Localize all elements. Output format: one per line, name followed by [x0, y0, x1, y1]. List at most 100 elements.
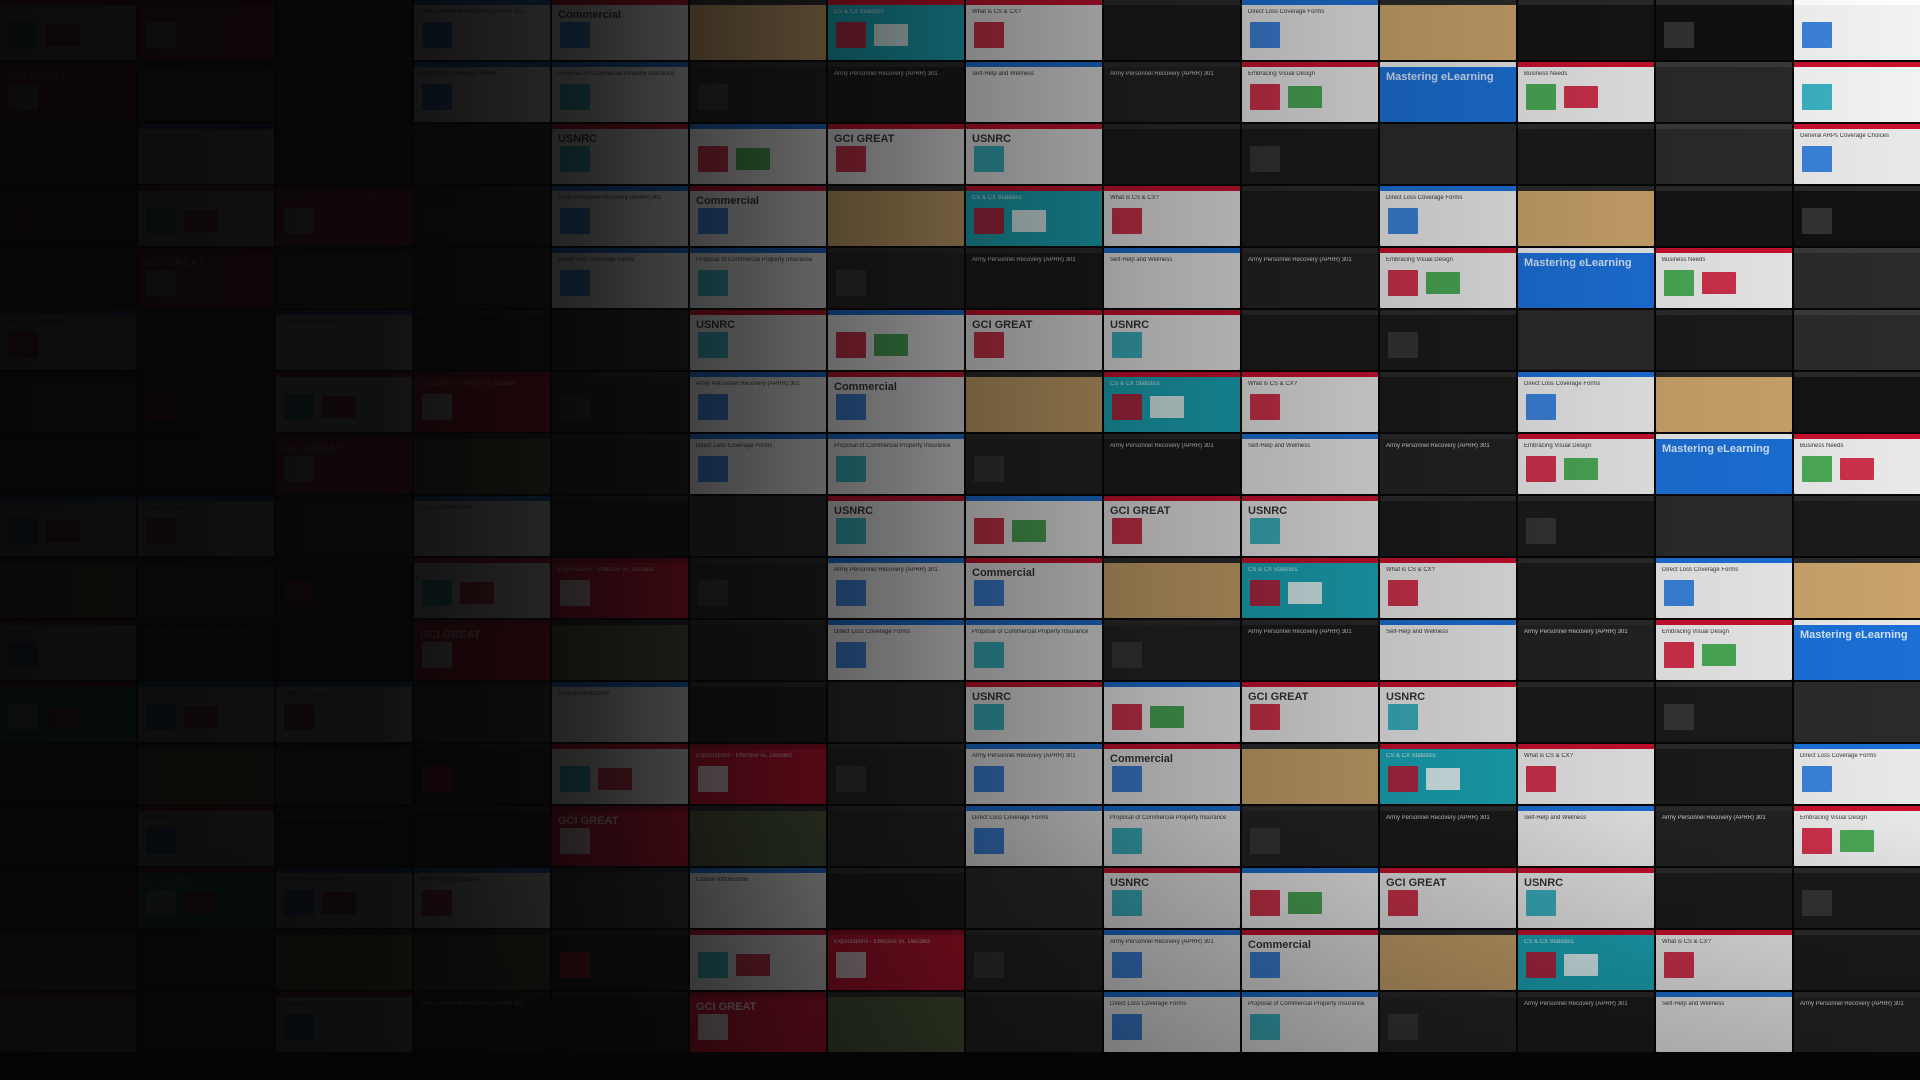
course-thumbnail-tile	[1380, 992, 1516, 1052]
course-thumbnail-tile	[828, 806, 964, 866]
thumbnail-header-bar	[0, 372, 136, 377]
thumbnail-title: Business Needs	[1800, 443, 1844, 449]
course-thumbnail-tile: GCI GREAT	[1242, 682, 1378, 742]
course-thumbnail-tile	[690, 62, 826, 122]
course-thumbnail-tile	[1242, 124, 1378, 184]
course-thumbnail-tile: CS & CX Statistics	[138, 868, 274, 928]
thumbnail-header-bar	[1242, 930, 1378, 935]
thumbnail-graphic	[560, 580, 590, 606]
thumbnail-header-bar	[552, 310, 688, 315]
course-thumbnail-tile: USNRC	[828, 496, 964, 556]
thumbnail-title: Course Introduction	[696, 877, 749, 883]
thumbnail-graphic	[1150, 396, 1184, 418]
thumbnail-header-bar	[690, 682, 826, 687]
course-thumbnail-tile	[690, 558, 826, 618]
thumbnail-graphic	[422, 580, 452, 606]
thumbnail-header-bar	[828, 372, 964, 377]
thumbnail-title: Direct Loss Coverage Forms	[420, 71, 497, 77]
thumbnail-graphic	[322, 892, 356, 914]
course-thumbnail-tile: Expectations - Effective vs. Decided	[138, 0, 274, 60]
thumbnail-title: Mastering eLearning	[1662, 443, 1770, 455]
thumbnail-graphic	[836, 270, 866, 296]
thumbnail-graphic	[874, 334, 908, 356]
thumbnail-graphic	[284, 704, 314, 730]
thumbnail-header-bar	[1518, 186, 1654, 191]
thumbnail-header-bar	[1794, 186, 1920, 191]
thumbnail-header-bar	[1518, 124, 1654, 129]
thumbnail-header-bar	[690, 868, 826, 873]
thumbnail-header-bar	[1518, 0, 1654, 5]
thumbnail-header-bar	[690, 124, 826, 129]
thumbnail-graphic	[1664, 642, 1694, 668]
course-thumbnail-tile: What is CS & CX?	[1656, 930, 1792, 990]
course-thumbnail-tile: Expectations - Effective vs. Decided	[828, 930, 964, 990]
course-thumbnail-tile: Embracing Visual Design	[1656, 620, 1792, 680]
thumbnail-graphic	[736, 954, 770, 976]
thumbnail-graphic	[974, 580, 1004, 606]
thumbnail-header-bar	[1104, 0, 1240, 5]
thumbnail-graphic	[560, 84, 590, 110]
thumbnail-header-bar	[1518, 806, 1654, 811]
thumbnail-title: What You've Learned	[144, 691, 201, 697]
thumbnail-title: CS & CX Statistics	[972, 195, 1022, 201]
thumbnail-header-bar	[690, 62, 826, 67]
thumbnail-title: Summary	[6, 629, 32, 635]
thumbnail-header-bar	[828, 62, 964, 67]
thumbnail-graphic	[698, 1014, 728, 1040]
course-thumbnail-tile: Commercial	[828, 372, 964, 432]
course-thumbnail-tile: Self-Help and Wellness	[1380, 620, 1516, 680]
thumbnail-header-bar	[276, 0, 412, 5]
thumbnail-title: Army Personnel Recovery (APRR) 301	[1386, 443, 1490, 449]
thumbnail-title: GCI GREAT	[1110, 505, 1171, 517]
course-thumbnail-tile	[0, 186, 136, 246]
course-thumbnail-tile	[1242, 186, 1378, 246]
course-thumbnail-tile: Mastering eLearning	[1656, 434, 1792, 494]
thumbnail-graphic	[974, 456, 1004, 482]
thumbnail-title: GCI GREAT	[6, 71, 67, 83]
thumbnail-graphic	[560, 394, 590, 420]
thumbnail-graphic	[974, 22, 1004, 48]
course-thumbnail-tile	[690, 124, 826, 184]
thumbnail-title: Summary	[282, 1001, 308, 1007]
course-thumbnail-tile: What You've Learned	[0, 496, 136, 556]
thumbnail-title: CS & CX Statistics	[1524, 939, 1574, 945]
thumbnail-header-bar	[1656, 124, 1792, 129]
thumbnail-graphic	[1388, 270, 1418, 296]
thumbnail-graphic	[146, 828, 176, 854]
course-thumbnail-tile	[690, 0, 826, 60]
thumbnail-header-bar	[1794, 744, 1920, 749]
course-thumbnail-tile: What is CS & CX?	[1242, 372, 1378, 432]
thumbnail-graphic	[1526, 952, 1556, 978]
thumbnail-graphic	[1112, 208, 1142, 234]
thumbnail-graphic	[1012, 520, 1046, 542]
thumbnail-graphic	[1250, 518, 1280, 544]
thumbnail-title: What is CS & CX?	[1248, 381, 1298, 387]
course-thumbnail-tile: Direct Loss Coverage Forms	[828, 620, 964, 680]
thumbnail-header-bar	[828, 930, 964, 935]
course-thumbnail-tile	[138, 992, 274, 1052]
thumbnail-header-bar	[690, 558, 826, 563]
thumbnail-header-bar	[1380, 806, 1516, 811]
course-thumbnail-tile	[1656, 310, 1792, 370]
thumbnail-graphic	[1112, 518, 1142, 544]
thumbnail-header-bar	[1104, 682, 1240, 687]
thumbnail-header-bar	[1242, 806, 1378, 811]
thumbnail-title: GCI GREAT	[696, 1001, 757, 1013]
thumbnail-title: Proposal of Commercial Property Insuranc…	[558, 71, 675, 77]
thumbnail-header-bar	[1656, 496, 1792, 501]
thumbnail-graphic	[1802, 22, 1832, 48]
thumbnail-graphic	[1288, 86, 1322, 108]
thumbnail-graphic	[146, 208, 176, 234]
thumbnail-title: Needs & Expectations	[6, 319, 66, 325]
thumbnail-header-bar	[414, 558, 550, 563]
course-thumbnail-tile	[1242, 868, 1378, 928]
thumbnail-header-bar	[966, 186, 1102, 191]
thumbnail-header-bar	[1518, 682, 1654, 687]
thumbnail-header-bar	[552, 496, 688, 501]
thumbnail-header-bar	[552, 0, 688, 5]
course-thumbnail-tile: Needs & Expectations	[414, 868, 550, 928]
thumbnail-graphic	[974, 208, 1004, 234]
thumbnail-title: Needs & Expectations	[282, 691, 342, 697]
thumbnail-graphic	[1388, 580, 1418, 606]
course-thumbnail-tile: Course Introduction	[276, 310, 412, 370]
